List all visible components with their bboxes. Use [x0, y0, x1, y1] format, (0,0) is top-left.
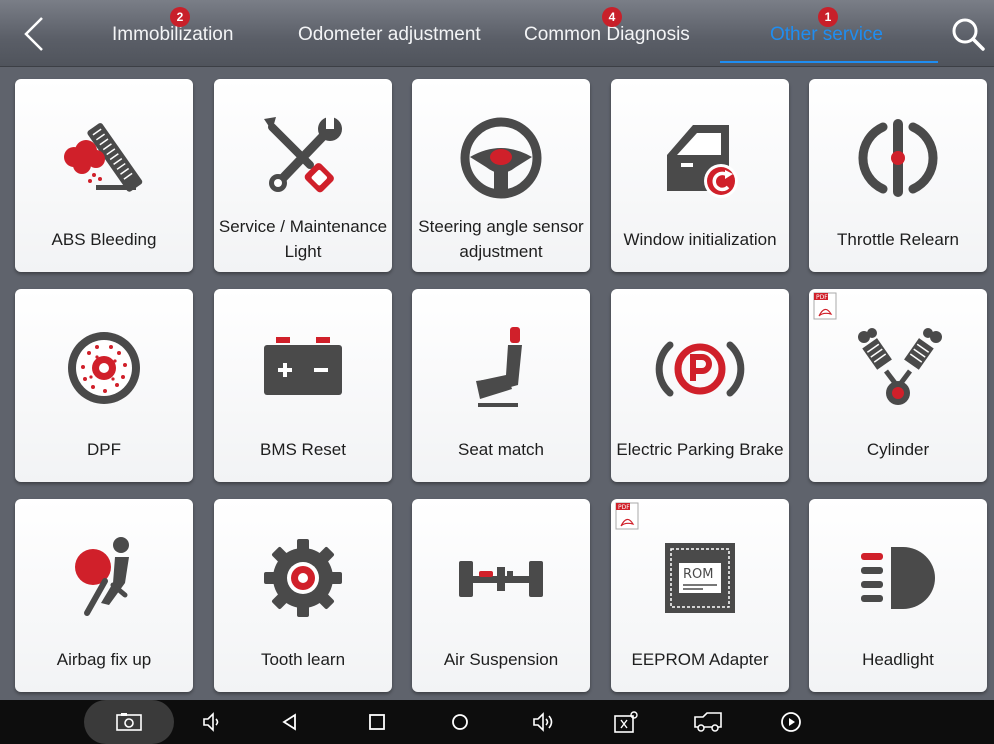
tile-label: Seat match: [458, 439, 544, 459]
tab-immobilization-badge: 2: [170, 7, 190, 27]
play-button[interactable]: [775, 706, 807, 738]
play-icon: [781, 712, 801, 732]
tile-air-suspension[interactable]: Air Suspension: [412, 499, 590, 692]
airbag-icon: [75, 537, 129, 616]
headlight-icon: [861, 547, 935, 609]
search-button[interactable]: [948, 14, 988, 54]
back-icon: [282, 713, 296, 731]
vci-icon: [614, 711, 638, 733]
chevron-left-icon: [24, 17, 43, 51]
tab-other-service-badge: 1: [818, 7, 838, 27]
truck-icon: [694, 712, 722, 732]
tile-airbag-fix-up[interactable]: Airbag fix up: [15, 499, 193, 692]
rom-chip-icon: ROM: [665, 543, 735, 613]
screenshot-button[interactable]: [113, 706, 145, 738]
svg-text:ROM: ROM: [683, 567, 713, 582]
tile-label: Service / Maintenance Light: [218, 217, 388, 261]
gear-icon: [264, 539, 342, 617]
throttle-icon: [858, 119, 938, 197]
tile-eeprom-adapter[interactable]: PDF ROM EEPROM Adapter: [611, 499, 789, 692]
volume-down-button[interactable]: [196, 706, 228, 738]
tile-label: Airbag fix up: [56, 649, 152, 669]
vehicle-button[interactable]: [692, 706, 724, 738]
tile-service-maintenance-light[interactable]: Service / Maintenance Light: [214, 79, 392, 272]
svg-text:PDF: PDF: [618, 504, 630, 511]
tile-label: BMS Reset: [260, 439, 346, 459]
battery-icon: [264, 337, 342, 395]
active-tab-indicator: [720, 61, 938, 63]
tile-steering-angle-sensor[interactable]: Steering angle sensor adjustment: [412, 79, 590, 272]
vci-connection-button[interactable]: [610, 706, 642, 738]
system-navigation-bar: [0, 700, 994, 744]
cylinder-icon: [858, 328, 942, 405]
tile-label: Window initialization: [623, 229, 777, 249]
tile-cylinder[interactable]: PDF Cylinder: [809, 289, 987, 482]
dpf-filter-icon: [68, 332, 140, 404]
screenshot-icon: [116, 713, 142, 731]
tile-electric-parking-brake[interactable]: Electric Parking Brake: [611, 289, 789, 482]
tile-dpf[interactable]: DPF: [15, 289, 193, 482]
tile-label: DPF: [87, 439, 121, 459]
tile-abs-bleeding[interactable]: ABS Bleeding: [15, 79, 193, 272]
parking-brake-icon: [655, 341, 745, 397]
tab-odometer-adjustment[interactable]: Odometer adjustment: [298, 20, 481, 50]
svg-text:PDF: PDF: [816, 294, 828, 301]
tile-label: Electric Parking Brake: [616, 439, 784, 459]
tile-label: Steering angle sensor adjustment: [418, 217, 584, 261]
back-nav-button[interactable]: [274, 706, 306, 738]
seat-icon: [476, 327, 522, 407]
recent-apps-button[interactable]: [361, 706, 393, 738]
tile-seat-match[interactable]: Seat match: [412, 289, 590, 482]
tab-common-diagnosis-badge: 4: [602, 7, 622, 27]
top-bar: Immobilization 2 Odometer adjustment Com…: [0, 0, 994, 67]
tile-label: Throttle Relearn: [837, 229, 959, 249]
steering-wheel-icon: [460, 117, 542, 199]
tile-label: Air Suspension: [443, 649, 559, 669]
volume-up-button[interactable]: [527, 706, 559, 738]
tile-tooth-learn[interactable]: Tooth learn: [214, 499, 392, 692]
tile-label: EEPROM Adapter: [631, 649, 769, 669]
tile-headlight[interactable]: Headlight: [809, 499, 987, 692]
car-door-icon: [667, 125, 738, 198]
tile-throttle-relearn[interactable]: Throttle Relearn: [809, 79, 987, 272]
volume-down-icon: [203, 712, 219, 732]
abs-bleeding-icon: [64, 123, 143, 192]
tile-label: Cylinder: [866, 439, 930, 459]
tile-window-initialization[interactable]: Window initialization: [611, 79, 789, 272]
tile-label: Tooth learn: [260, 649, 346, 669]
axle-icon: [459, 561, 543, 597]
volume-up-icon: [533, 712, 553, 732]
recent-apps-icon: [369, 714, 385, 730]
tile-label: ABS Bleeding: [51, 229, 157, 249]
wrench-screwdriver-icon: [264, 115, 342, 193]
home-icon: [452, 714, 468, 730]
home-button[interactable]: [444, 706, 476, 738]
service-grid: ABS Bleeding Service / Maintenance Light: [0, 67, 994, 700]
tile-label: Headlight: [862, 649, 934, 669]
search-icon: [952, 18, 985, 51]
tile-bms-reset[interactable]: BMS Reset: [214, 289, 392, 482]
back-button[interactable]: [14, 14, 54, 54]
